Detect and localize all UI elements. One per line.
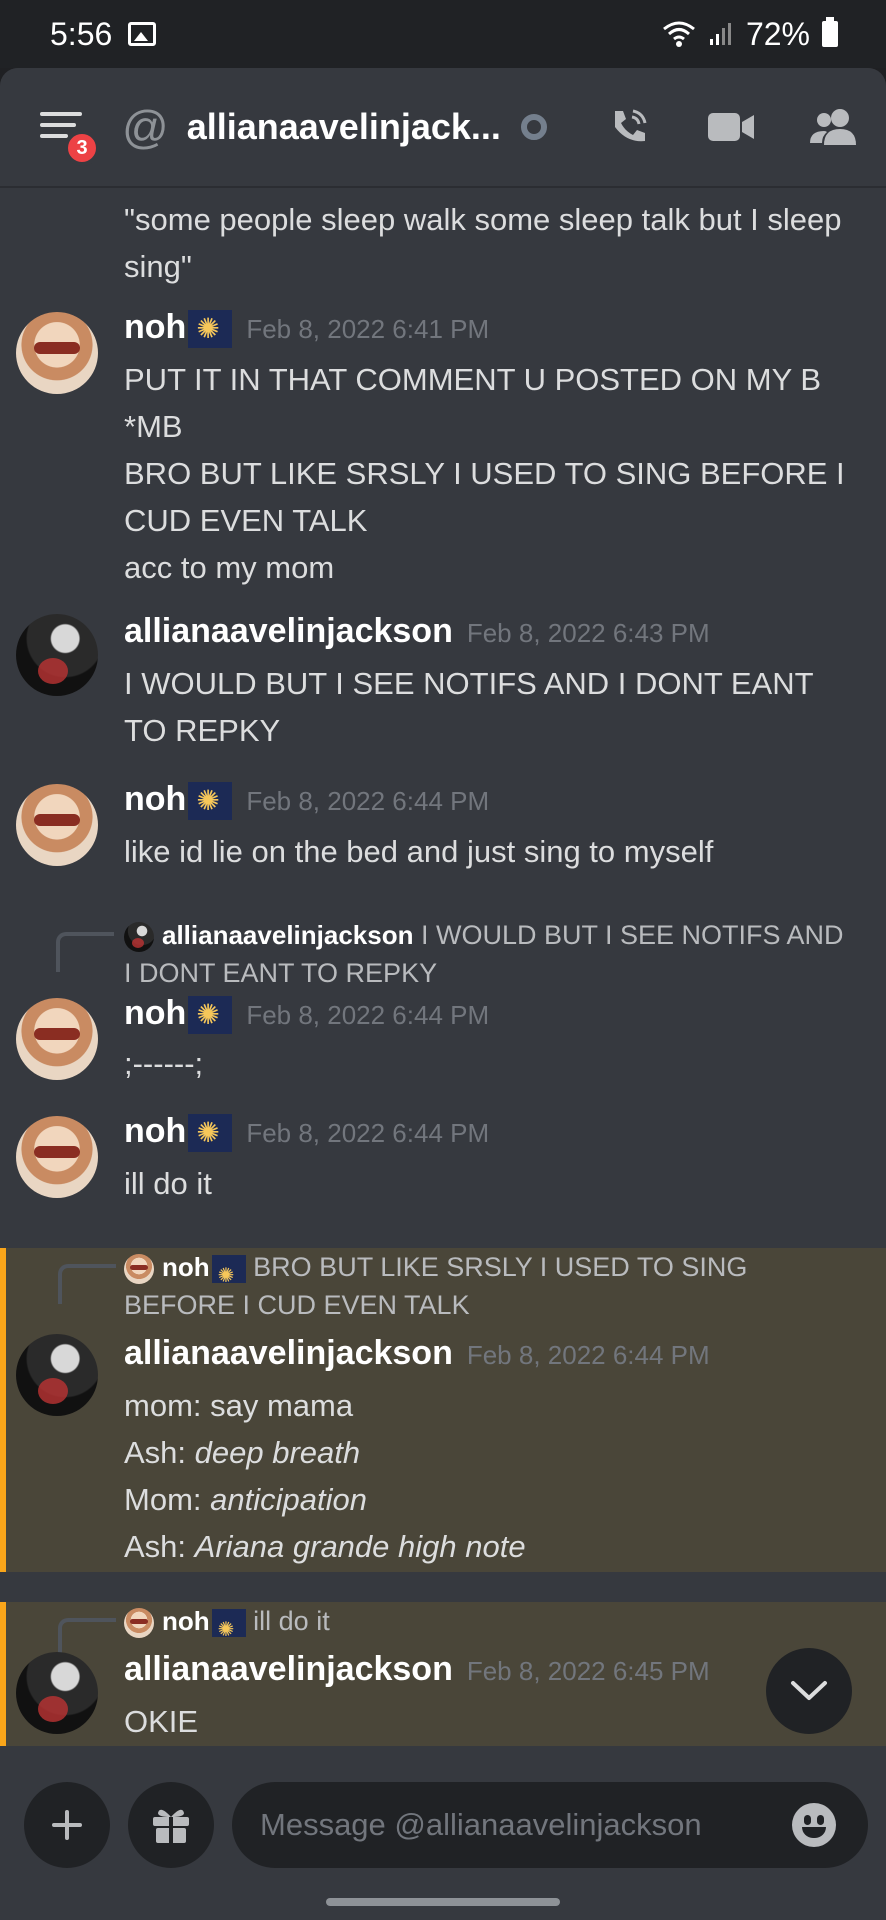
unread-badge: 3 xyxy=(64,130,100,166)
avatar xyxy=(124,1253,154,1284)
message-text: ill do it xyxy=(124,1166,212,1201)
channel-header: 3 @ allianaavelinjack... xyxy=(0,68,886,186)
call-icon xyxy=(615,109,647,142)
reply-preview[interactable]: noh BRO BUT LIKE SRSLY I USED TO SING BE… xyxy=(124,1248,856,1324)
video-icon xyxy=(708,113,754,141)
avatar[interactable] xyxy=(16,614,98,696)
timestamp: Feb 8, 2022 6:45 PM xyxy=(466,1656,710,1686)
message-mention-highlight: noh BRO BUT LIKE SRSLY I USED TO SING BE… xyxy=(0,1248,886,1572)
author-name[interactable]: noh xyxy=(124,308,233,349)
home-indicator[interactable] xyxy=(326,1898,560,1906)
message: noh Feb 8, 2022 6:44 PM like id lie on t… xyxy=(0,780,886,884)
members-icon xyxy=(810,109,856,145)
sparkle-emoji-icon xyxy=(188,310,233,349)
message-input[interactable] xyxy=(232,1782,868,1868)
battery-icon xyxy=(822,17,838,47)
emoji-icon[interactable] xyxy=(792,1803,836,1847)
timestamp: Feb 8, 2022 6:43 PM xyxy=(466,618,710,648)
message: noh Feb 8, 2022 6:41 PM PUT IT IN THAT C… xyxy=(0,296,886,596)
sparkle-emoji-icon xyxy=(188,1114,233,1153)
video-call-button[interactable] xyxy=(708,104,754,150)
avatar[interactable] xyxy=(16,998,98,1080)
message-text: OKIE xyxy=(124,1704,199,1739)
status-idle-icon xyxy=(520,114,547,140)
avatar[interactable] xyxy=(16,312,98,394)
message-mention-highlight: noh ill do it allianaavelinjackson Feb 8… xyxy=(0,1602,886,1746)
reply-connector xyxy=(58,1264,116,1304)
message: "some people sleep walk some sleep talk … xyxy=(0,186,886,284)
avatar[interactable] xyxy=(16,1116,98,1198)
signal-icon xyxy=(709,23,731,45)
gift-button[interactable] xyxy=(128,1782,214,1868)
avatar xyxy=(124,921,154,952)
reply-connector xyxy=(56,932,114,972)
message-text: "some people sleep walk some sleep talk … xyxy=(124,202,842,284)
dm-view: 3 @ allianaavelinjack... "some people sl… xyxy=(0,68,886,1920)
message-text: like id lie on the bed and just sing to … xyxy=(124,834,714,869)
avatar[interactable] xyxy=(16,1334,98,1416)
avatar xyxy=(124,1607,154,1638)
gift-icon xyxy=(153,1809,189,1843)
author-name[interactable]: allianaavelinjackson xyxy=(124,1334,453,1373)
sparkle-emoji-icon xyxy=(188,996,233,1035)
menu-icon xyxy=(40,112,82,116)
members-button[interactable] xyxy=(810,104,856,150)
timestamp: Feb 8, 2022 6:44 PM xyxy=(466,1340,710,1370)
message: allianaavelinjackson I WOULD BUT I SEE N… xyxy=(0,916,886,1081)
dm-title[interactable]: allianaavelinjack... xyxy=(187,106,501,148)
sparkle-emoji-icon xyxy=(188,782,233,821)
author-name[interactable]: noh xyxy=(124,780,233,821)
battery-percent: 72% xyxy=(745,15,810,52)
avatar[interactable] xyxy=(16,1652,98,1734)
timestamp: Feb 8, 2022 6:44 PM xyxy=(246,1000,490,1030)
chevron-down-icon xyxy=(791,1681,827,1700)
plus-icon xyxy=(52,1810,82,1840)
reply-connector xyxy=(58,1618,116,1658)
jump-to-present-button[interactable] xyxy=(766,1648,852,1734)
message: allianaavelinjackson Feb 8, 2022 6:43 PM… xyxy=(0,606,886,748)
sparkle-emoji-icon xyxy=(211,1608,246,1649)
author-name[interactable]: noh xyxy=(124,1112,233,1153)
clock: 5:56 xyxy=(50,15,113,52)
author-name[interactable]: allianaavelinjackson xyxy=(124,612,453,651)
message-list[interactable]: "some people sleep walk some sleep talk … xyxy=(0,186,886,1746)
at-icon: @ xyxy=(122,101,169,153)
message-text: mom: say mama Ash: deep breath Mom: anti… xyxy=(124,1388,526,1564)
message-text: ;------; xyxy=(124,1046,204,1081)
image-notification-icon xyxy=(128,22,157,46)
timestamp: Feb 8, 2022 6:41 PM xyxy=(246,314,490,344)
author-name[interactable]: noh xyxy=(124,994,233,1035)
wifi-icon xyxy=(663,21,695,47)
message-text: PUT IT IN THAT COMMENT U POSTED ON MY B … xyxy=(124,362,845,585)
reply-preview[interactable]: noh ill do it xyxy=(124,1602,856,1649)
message-text: I WOULD BUT I SEE NOTIFS AND I DONT EANT… xyxy=(124,666,813,748)
sparkle-emoji-icon xyxy=(211,1254,246,1295)
author-name[interactable]: allianaavelinjackson xyxy=(124,1650,453,1689)
status-bar: 5:56 72% xyxy=(0,0,886,68)
reply-preview[interactable]: allianaavelinjackson I WOULD BUT I SEE N… xyxy=(124,916,856,992)
attach-button[interactable] xyxy=(24,1782,110,1868)
menu-button[interactable]: 3 xyxy=(40,112,100,166)
message: noh Feb 8, 2022 6:44 PM ill do it xyxy=(0,1112,886,1216)
call-button[interactable] xyxy=(606,104,652,150)
avatar[interactable] xyxy=(16,784,98,866)
timestamp: Feb 8, 2022 6:44 PM xyxy=(246,1118,490,1148)
timestamp: Feb 8, 2022 6:44 PM xyxy=(246,786,490,816)
